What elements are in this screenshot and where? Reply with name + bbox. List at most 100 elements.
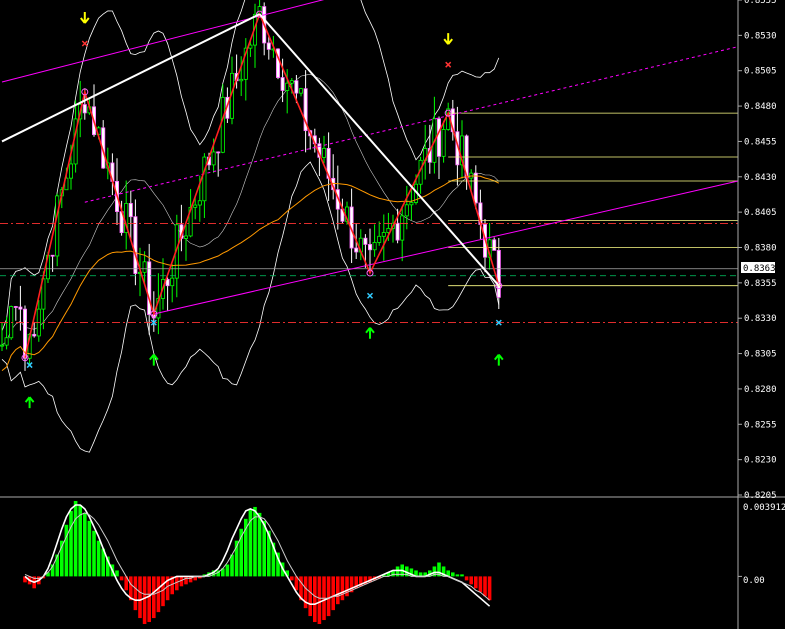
current-price-label: 0.8363 bbox=[743, 264, 776, 274]
candle-body bbox=[395, 222, 400, 241]
histogram-bar bbox=[460, 574, 464, 577]
candle-body bbox=[211, 151, 216, 166]
y-tick-label: 0.8230 bbox=[744, 456, 777, 466]
y-tick-label: 0.8505 bbox=[744, 67, 777, 77]
candle-body bbox=[197, 200, 202, 206]
y-tick-label: 0.8555 bbox=[744, 0, 777, 6]
candle-body bbox=[381, 232, 386, 237]
candle-body bbox=[133, 216, 138, 274]
candle-body bbox=[55, 195, 60, 257]
candle-body bbox=[170, 277, 175, 287]
histogram-bar bbox=[55, 554, 59, 577]
osc-top-label: 0.003912 bbox=[743, 503, 785, 513]
histogram-bar bbox=[257, 512, 262, 577]
chart-background bbox=[0, 0, 785, 629]
histogram-bar bbox=[225, 564, 230, 577]
histogram-bar bbox=[336, 576, 340, 605]
histogram-bar bbox=[133, 576, 138, 611]
candle-body bbox=[239, 78, 244, 82]
y-tick-label: 0.8280 bbox=[744, 385, 777, 395]
current-price-tag: 0.8363 bbox=[741, 262, 776, 274]
candle-body bbox=[372, 242, 377, 251]
y-tick-label: 0.8330 bbox=[744, 314, 777, 324]
candle-body bbox=[18, 306, 23, 310]
y-tick-label: 0.8205 bbox=[744, 491, 777, 501]
histogram-bar bbox=[313, 576, 317, 623]
histogram-bar bbox=[96, 540, 101, 577]
candle-body bbox=[294, 80, 299, 94]
candle-body bbox=[496, 249, 501, 298]
candle-body bbox=[367, 244, 372, 251]
candle-body bbox=[202, 156, 207, 202]
histogram-bar bbox=[138, 576, 142, 619]
candle-body bbox=[409, 202, 414, 206]
y-tick-label: 0.8255 bbox=[744, 420, 777, 430]
candle-body bbox=[377, 235, 382, 243]
histogram-bar bbox=[184, 576, 188, 585]
candle-body bbox=[354, 247, 359, 253]
histogram-bar bbox=[487, 576, 492, 601]
histogram-bar bbox=[152, 576, 156, 619]
candle-body bbox=[13, 306, 18, 308]
histogram-bar bbox=[451, 572, 455, 577]
histogram-bar bbox=[119, 576, 124, 581]
price-chart: 0.8205 0.8230 0.8255 0.8280 0.8305 0.8330 0.83… bbox=[0, 0, 785, 629]
histogram-bar bbox=[248, 508, 253, 577]
candle-body bbox=[147, 261, 152, 315]
candle-body bbox=[0, 344, 4, 347]
candle-body bbox=[69, 163, 74, 179]
histogram-bar bbox=[478, 576, 483, 593]
histogram-bar bbox=[115, 570, 119, 577]
candle-body bbox=[441, 129, 446, 157]
candle-body bbox=[142, 261, 147, 273]
histogram-bar bbox=[395, 566, 400, 577]
histogram-bar bbox=[230, 554, 234, 577]
histogram-bar bbox=[308, 576, 312, 617]
histogram-bar bbox=[483, 576, 487, 597]
candle-body bbox=[363, 237, 368, 245]
histogram-bar bbox=[340, 576, 345, 601]
candle-body bbox=[473, 172, 478, 204]
y-tick-label: 0.8530 bbox=[744, 31, 777, 41]
candle-body bbox=[220, 96, 225, 153]
candle-body bbox=[128, 203, 133, 218]
histogram-bar bbox=[87, 520, 92, 577]
candle-body bbox=[266, 42, 271, 50]
candle-body bbox=[216, 151, 221, 154]
candle-body bbox=[400, 215, 405, 241]
candle-body bbox=[285, 82, 290, 91]
y-tick-label: 0.8380 bbox=[744, 244, 777, 254]
candle-body bbox=[436, 118, 441, 157]
histogram-bar bbox=[83, 512, 87, 577]
osc-zero-label: 0.00 bbox=[743, 576, 765, 586]
y-tick-label: 0.8480 bbox=[744, 102, 777, 112]
histogram-bar bbox=[290, 576, 294, 581]
histogram-bar bbox=[317, 576, 322, 625]
histogram-bar bbox=[92, 530, 96, 577]
candle-body bbox=[280, 77, 285, 91]
histogram-bar bbox=[455, 574, 460, 577]
y-tick-label: 0.8405 bbox=[744, 208, 777, 218]
histogram-bar bbox=[142, 576, 147, 625]
candle-body bbox=[50, 254, 55, 257]
candle-body bbox=[289, 80, 294, 84]
candle-body bbox=[4, 337, 9, 346]
candle-body bbox=[492, 239, 497, 251]
candle-body bbox=[193, 204, 198, 208]
candle-body bbox=[321, 147, 326, 158]
histogram-bar bbox=[464, 576, 469, 581]
histogram-bar bbox=[64, 524, 69, 577]
y-tick-label: 0.8355 bbox=[744, 279, 777, 289]
y-tick-label: 0.8455 bbox=[744, 137, 777, 147]
y-tick-label: 0.8305 bbox=[744, 350, 777, 360]
histogram-bar bbox=[474, 576, 478, 589]
histogram-bar bbox=[469, 576, 473, 585]
candle-body bbox=[298, 88, 303, 94]
histogram-bar bbox=[156, 576, 161, 613]
histogram-bar bbox=[331, 576, 335, 611]
candle-body bbox=[183, 235, 188, 239]
histogram-bar bbox=[326, 576, 331, 617]
histogram-bar bbox=[147, 576, 151, 623]
histogram-bar bbox=[69, 510, 73, 577]
histogram-bar bbox=[188, 576, 193, 583]
